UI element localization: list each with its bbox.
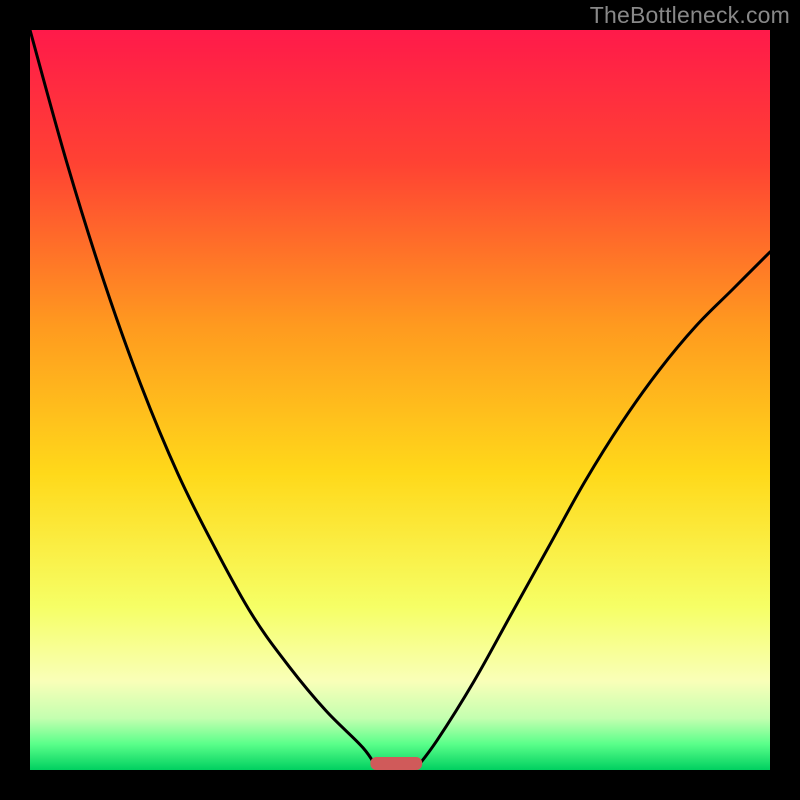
chart-frame: TheBottleneck.com xyxy=(0,0,800,800)
gradient-background xyxy=(30,30,770,770)
watermark-text: TheBottleneck.com xyxy=(590,2,790,29)
bottleneck-chart xyxy=(30,30,770,770)
optimal-range-marker xyxy=(370,757,422,770)
